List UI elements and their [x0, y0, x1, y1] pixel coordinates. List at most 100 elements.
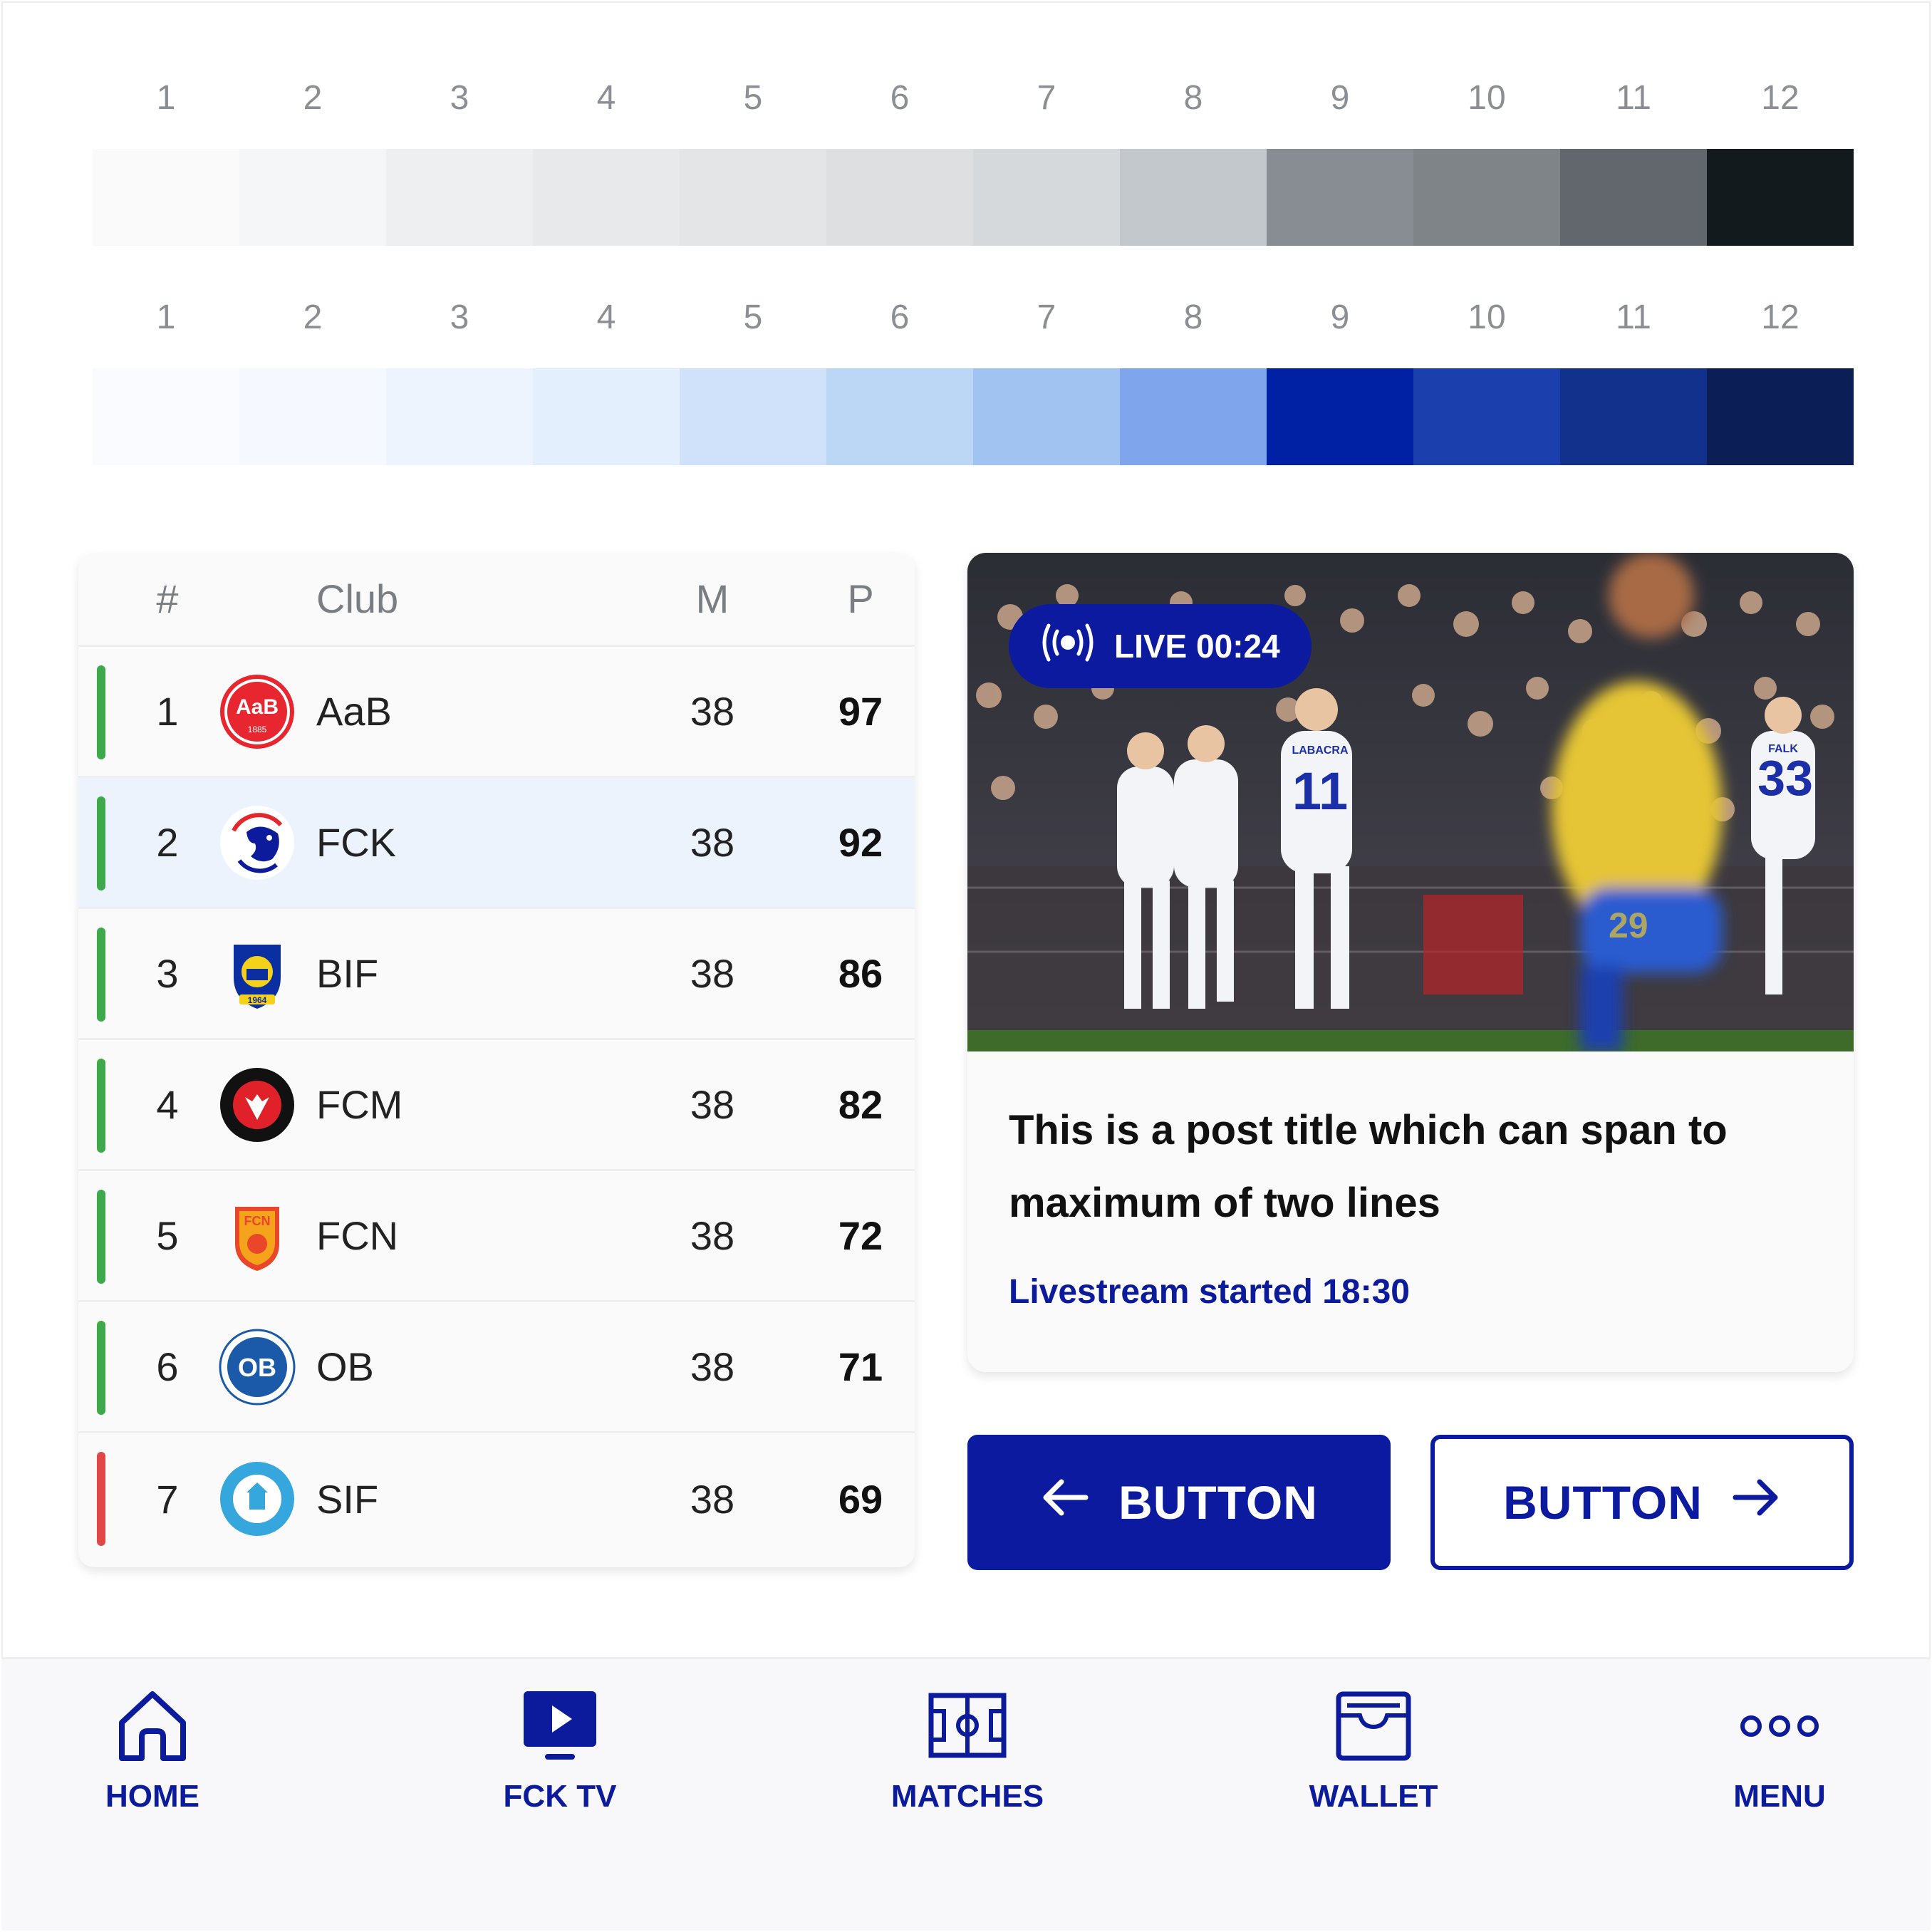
club-logo-fcm — [218, 1066, 296, 1144]
row-points: 71 — [838, 1344, 883, 1389]
blue-scale-label: 5 — [743, 298, 763, 336]
svg-text:33: 33 — [1757, 750, 1813, 806]
post-card[interactable]: 11 LABACRA 33 FALK 29 LIVE 00:24 This is… — [967, 553, 1854, 1372]
blue-swatch — [239, 368, 386, 465]
nav-item-menu[interactable]: MENU — [1673, 1683, 1886, 1826]
live-badge: LIVE 00:24 — [1009, 604, 1312, 688]
table-row[interactable]: 1 AaB 1885 AaB 38 97 — [78, 647, 915, 778]
row-position: 3 — [156, 951, 179, 996]
blue-swatch — [826, 368, 973, 465]
svg-text:29: 29 — [1609, 905, 1648, 945]
row-points: 97 — [838, 689, 883, 734]
header-matches: M — [695, 576, 729, 621]
table-row[interactable]: 2 FCK 38 92 — [78, 778, 915, 909]
gray-scale-label: 3 — [450, 79, 469, 117]
row-points: 69 — [838, 1476, 883, 1522]
blue-scale-label: 7 — [1037, 298, 1056, 336]
blue-scale-label: 6 — [890, 298, 910, 336]
gray-scale-label: 11 — [1616, 79, 1651, 117]
row-points: 86 — [838, 951, 883, 996]
blue-scale-label: 4 — [596, 298, 616, 336]
row-matches: 38 — [690, 1082, 735, 1127]
table-row[interactable]: 6 OB OB 38 71 — [78, 1302, 915, 1433]
next-button-label: BUTTON — [1503, 1476, 1703, 1529]
arrow-left-icon — [1040, 1475, 1090, 1530]
tv-play-icon — [517, 1683, 603, 1769]
standings-table: # Club M P 1 AaB 1885 AaB 38 97 2 FCK 38… — [78, 553, 915, 1567]
nav-item-matches[interactable]: MATCHES — [861, 1683, 1074, 1826]
row-position: 1 — [156, 689, 179, 734]
row-position: 5 — [156, 1213, 179, 1258]
row-points: 92 — [838, 820, 883, 865]
blue-swatch — [1560, 368, 1707, 465]
svg-text:AaB: AaB — [236, 695, 279, 719]
club-logo-fck — [218, 804, 296, 882]
svg-text:FCN: FCN — [244, 1214, 271, 1228]
more-dots-icon — [1737, 1683, 1822, 1769]
gray-scale-labels: 1 2 3 4 5 6 7 8 9 10 11 12 — [93, 73, 1854, 123]
blue-swatch — [1413, 368, 1560, 465]
header-points: P — [847, 576, 874, 621]
svg-text:11: 11 — [1292, 762, 1348, 821]
status-indicator — [97, 665, 105, 759]
back-button[interactable]: BUTTON — [967, 1435, 1391, 1570]
table-row[interactable]: 3 1964 BIF 38 86 — [78, 909, 915, 1040]
gray-swatch — [93, 149, 239, 246]
home-icon — [110, 1683, 195, 1769]
gray-color-scale: 1 2 3 4 5 6 7 8 9 10 11 12 — [93, 73, 1854, 246]
gray-swatch — [1707, 149, 1854, 246]
pitch-icon — [925, 1683, 1010, 1769]
blue-swatch — [1120, 368, 1267, 465]
post-title[interactable]: This is a post title which can span to m… — [1009, 1094, 1821, 1240]
status-indicator — [97, 1059, 105, 1153]
gray-scale-label: 4 — [596, 79, 616, 117]
gray-swatch — [680, 149, 826, 246]
gray-swatch — [533, 149, 680, 246]
blue-swatch — [386, 368, 533, 465]
live-label: LIVE 00:24 — [1114, 628, 1280, 665]
row-position: 6 — [156, 1344, 179, 1389]
row-matches: 38 — [690, 820, 735, 865]
status-indicator — [97, 1321, 105, 1415]
row-position: 4 — [156, 1082, 179, 1127]
club-name: OB — [316, 1344, 374, 1389]
blue-scale-labels: 1 2 3 4 5 6 7 8 9 10 11 12 — [93, 293, 1854, 343]
table-header: # Club M P — [78, 553, 915, 647]
row-points: 82 — [838, 1082, 883, 1127]
bottom-navigation: HOME FCK TV MATCHES WALLET MENU — [1, 1657, 1931, 1931]
wallet-icon — [1331, 1683, 1416, 1769]
club-logo-bif: 1964 — [218, 935, 296, 1013]
post-photo: 11 LABACRA 33 FALK 29 LIVE 00:24 — [967, 553, 1854, 1051]
gray-swatch — [239, 149, 386, 246]
row-matches: 38 — [690, 1344, 735, 1389]
gray-scale-label: 7 — [1037, 79, 1056, 117]
table-row[interactable]: 5 FCN FCN 38 72 — [78, 1171, 915, 1302]
gray-swatch — [973, 149, 1120, 246]
blue-scale-label: 8 — [1183, 298, 1203, 336]
blue-scale-label: 1 — [156, 298, 176, 336]
svg-text:FALK: FALK — [1768, 743, 1798, 755]
nav-item-wallet[interactable]: WALLET — [1267, 1683, 1480, 1826]
gray-swatch — [386, 149, 533, 246]
table-row[interactable]: 4 FCM 38 82 — [78, 1040, 915, 1171]
gray-swatch — [1267, 149, 1413, 246]
club-name: AaB — [316, 689, 392, 734]
table-row[interactable]: 7 SIF 38 69 — [78, 1433, 915, 1564]
blue-swatch — [1707, 368, 1854, 465]
blue-swatch — [973, 368, 1120, 465]
blue-swatch — [1267, 368, 1413, 465]
nav-item-fck-tv[interactable]: FCK TV — [453, 1683, 667, 1826]
broadcast-icon — [1037, 621, 1099, 672]
nav-label-matches: MATCHES — [890, 1779, 1044, 1814]
gray-scale-label: 12 — [1761, 79, 1799, 117]
gray-swatch — [826, 149, 973, 246]
blue-scale-swatches — [93, 368, 1854, 465]
club-logo-fcn: FCN — [218, 1197, 296, 1275]
gray-scale-label: 5 — [743, 79, 763, 117]
arrow-right-icon — [1731, 1475, 1781, 1530]
gray-swatch — [1413, 149, 1560, 246]
blue-scale-label: 2 — [303, 298, 323, 336]
next-button[interactable]: BUTTON — [1430, 1435, 1854, 1570]
back-button-label: BUTTON — [1118, 1476, 1318, 1529]
nav-item-home[interactable]: HOME — [46, 1683, 259, 1826]
